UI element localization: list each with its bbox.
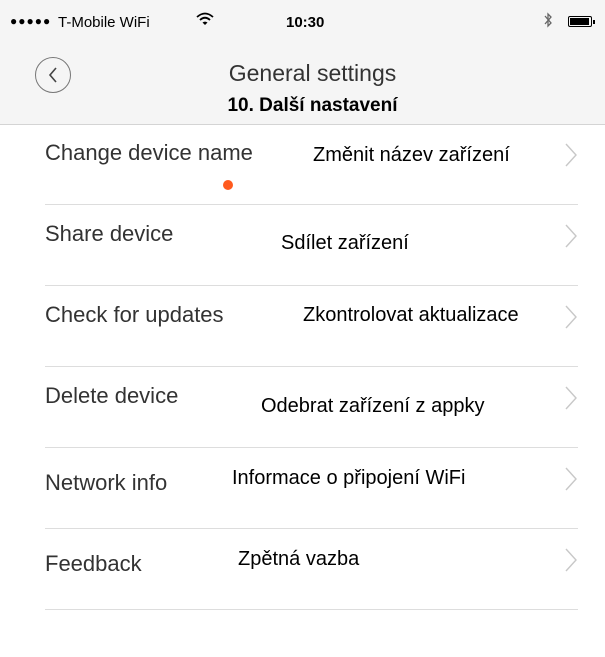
settings-item-share-device[interactable]: Share device Sdílet zařízení (45, 205, 578, 286)
nav-header: ●●●●● T-Mobile WiFi 10:30 General settin… (0, 0, 605, 125)
settings-item-network-info[interactable]: Network info Informace o připojení WiFi (45, 448, 578, 529)
chevron-right-icon (565, 467, 577, 491)
settings-item-check-for-updates[interactable]: Check for updates Zkontrolovat aktualiza… (45, 286, 578, 367)
carrier-name: T-Mobile WiFi (58, 14, 150, 31)
settings-list: Change device name Změnit název zařízení… (45, 124, 578, 610)
settings-item-label: Change device name (45, 140, 253, 165)
settings-item-annotation: Sdílet zařízení (281, 232, 409, 254)
settings-item-label: Network info (45, 470, 168, 495)
settings-item-annotation: Změnit název zařízení (313, 144, 510, 166)
settings-item-delete-device[interactable]: Delete device Odebrat zařízení z appky (45, 367, 578, 448)
settings-item-label: Delete device (45, 383, 179, 408)
settings-item-annotation: Zpětná vazba (238, 548, 360, 570)
title-annotation: 10. Další nastavení (227, 95, 398, 116)
update-available-dot (223, 180, 233, 190)
page-title: General settings (228, 60, 397, 86)
bluetooth-icon (543, 12, 553, 32)
settings-item-annotation: Odebrat zařízení z appky (261, 395, 485, 417)
chevron-right-icon (565, 224, 577, 248)
wifi-icon (196, 12, 214, 31)
chevron-right-icon (565, 143, 577, 167)
settings-item-label: Share device (45, 221, 174, 246)
chevron-right-icon (565, 548, 577, 572)
status-bar: ●●●●● T-Mobile WiFi 10:30 (0, 0, 605, 40)
settings-item-annotation: Informace o připojení WiFi (232, 467, 466, 489)
battery-icon (568, 16, 595, 27)
settings-item-label: Feedback (45, 551, 142, 576)
status-time: 10:30 (286, 14, 325, 31)
settings-item-annotation: Zkontrolovat aktualizace (303, 304, 519, 326)
settings-item-label: Check for updates (45, 302, 224, 327)
battery-level (570, 18, 589, 25)
chevron-right-icon (565, 305, 577, 329)
chevron-right-icon (565, 386, 577, 410)
settings-item-feedback[interactable]: Feedback Zpětná vazba (45, 529, 578, 610)
settings-item-change-device-name[interactable]: Change device name Změnit název zařízení (45, 124, 578, 205)
signal-strength-icon: ●●●●● (10, 14, 52, 28)
